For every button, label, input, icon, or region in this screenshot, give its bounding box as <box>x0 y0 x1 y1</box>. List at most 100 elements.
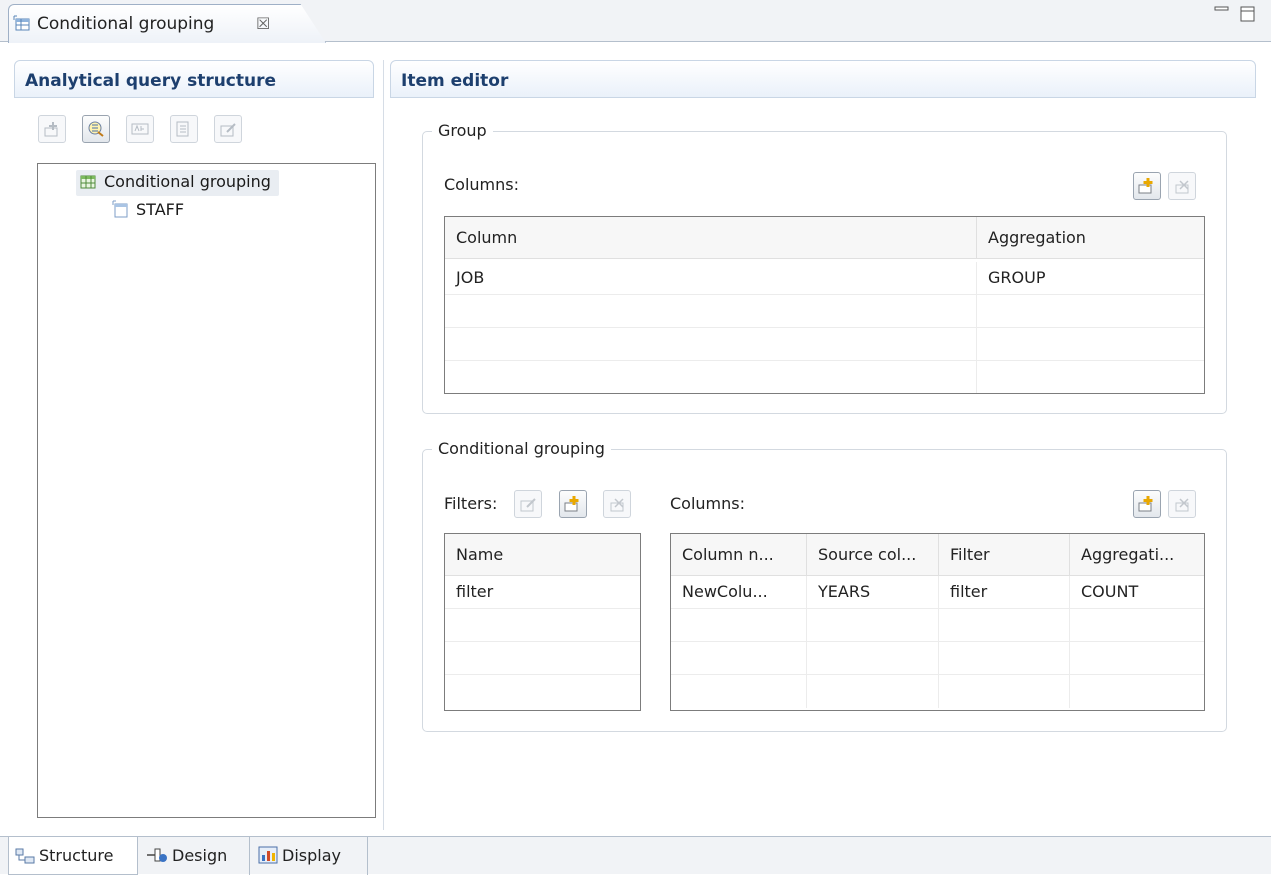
aggregation-header[interactable]: Aggregati... <box>1070 534 1204 576</box>
filter-header[interactable]: Filter <box>939 534 1070 576</box>
table-cell <box>807 675 939 708</box>
close-icon[interactable]: ☒ <box>256 14 270 33</box>
table-row[interactable] <box>445 675 640 708</box>
table-row[interactable] <box>445 361 1204 393</box>
aggregation-header[interactable]: Aggregation <box>977 217 1204 259</box>
query-icon <box>88 121 104 137</box>
query-structure-tree[interactable]: Conditional grouping STAFF <box>37 163 376 818</box>
add-icon <box>564 496 579 512</box>
table-cell <box>977 328 1204 361</box>
add-conditional-column-button[interactable] <box>1133 490 1161 518</box>
table-cell <box>671 675 807 708</box>
tab-label: Display <box>282 846 341 865</box>
table-icon <box>112 200 128 218</box>
grouping-table-icon <box>13 15 30 31</box>
add-icon <box>1138 496 1153 512</box>
editor-tab-title: Conditional grouping <box>37 14 215 34</box>
table-cell <box>445 609 640 642</box>
table-row[interactable] <box>671 642 1204 675</box>
tree-item-label: Conditional grouping <box>104 172 271 191</box>
tree-item-staff[interactable]: STAFF <box>112 200 184 226</box>
add-icon <box>1138 178 1153 194</box>
table-header: Column Aggregation <box>445 217 1204 259</box>
table-cell <box>445 675 640 708</box>
panel-divider <box>383 60 384 830</box>
rename-button[interactable] <box>126 115 154 143</box>
table-cell: GROUP <box>988 268 1046 287</box>
tree-item-conditional-grouping[interactable]: Conditional grouping <box>76 170 279 196</box>
bottom-tab-bar: Structure Design Display <box>0 836 1271 875</box>
properties-button[interactable] <box>170 115 198 143</box>
table-cell <box>445 328 977 361</box>
design-icon <box>147 848 167 862</box>
group-columns-table[interactable]: Column Aggregation JOB GROUP <box>444 216 1205 394</box>
table-row[interactable] <box>671 675 1204 708</box>
source-column-header[interactable]: Source col... <box>807 534 939 576</box>
table-row[interactable]: NewColu... YEARS filter COUNT <box>671 576 1204 609</box>
table-cell <box>807 642 939 675</box>
add-group-column-button[interactable] <box>1133 172 1161 200</box>
tree-item-label: STAFF <box>136 200 185 219</box>
table-cell <box>1070 675 1204 708</box>
table-cell <box>445 295 977 328</box>
column-name-header[interactable]: Column n... <box>671 534 807 576</box>
remove-group-column-button[interactable] <box>1168 172 1196 200</box>
table-cell: filter <box>939 576 1070 609</box>
remove-conditional-column-button[interactable] <box>1168 490 1196 518</box>
table-cell <box>977 295 1204 328</box>
remove-icon <box>1175 180 1189 194</box>
properties-icon <box>176 121 189 137</box>
edit-button[interactable] <box>214 115 242 143</box>
table-row[interactable] <box>445 609 640 642</box>
table-row[interactable]: filter <box>445 576 640 609</box>
table-cell <box>671 642 807 675</box>
group-columns-label: Columns: <box>444 175 519 194</box>
remove-icon <box>610 498 624 512</box>
item-editor-title: Item editor <box>390 60 1256 98</box>
filters-label: Filters: <box>444 494 498 513</box>
grouping-table-icon <box>80 175 96 189</box>
table-row[interactable] <box>445 328 1204 361</box>
editor-tab[interactable]: Conditional grouping ☒ <box>8 4 326 43</box>
add-item-button[interactable] <box>38 115 66 143</box>
table-cell <box>1070 609 1204 642</box>
table-row[interactable] <box>671 609 1204 642</box>
table-cell <box>977 361 1204 393</box>
structure-toolbar <box>38 115 258 149</box>
minimize-icon[interactable] <box>1214 2 1230 18</box>
conditional-columns-label: Columns: <box>670 494 745 513</box>
edit-icon <box>520 498 536 512</box>
conditional-columns-table[interactable]: Column n... Source col... Filter Aggrega… <box>670 533 1205 711</box>
name-header[interactable]: Name <box>445 534 640 576</box>
maximize-icon[interactable] <box>1240 6 1256 22</box>
tab-label: Structure <box>39 846 114 865</box>
table-cell: NewColu... <box>671 576 807 609</box>
table-row[interactable]: JOB GROUP <box>445 262 1204 295</box>
table-cell <box>445 642 640 675</box>
table-cell <box>939 609 1070 642</box>
table-cell <box>807 609 939 642</box>
table-cell: filter <box>456 582 494 601</box>
table-header: Name <box>445 534 640 576</box>
table-cell: COUNT <box>1081 582 1139 601</box>
table-row[interactable] <box>445 642 640 675</box>
tab-design[interactable]: Design <box>140 837 250 875</box>
table-row[interactable] <box>445 295 1204 328</box>
table-header: Column n... Source col... Filter Aggrega… <box>671 534 1204 576</box>
filters-table[interactable]: Name filter <box>444 533 641 711</box>
display-chart-icon <box>258 846 278 864</box>
column-header[interactable]: Column <box>445 217 977 259</box>
add-filter-button[interactable] <box>559 490 587 518</box>
table-cell: JOB <box>445 262 977 295</box>
edit-filter-button[interactable] <box>514 490 542 518</box>
remove-icon <box>1175 498 1189 512</box>
tab-label: Design <box>172 846 228 865</box>
tab-display[interactable]: Display <box>252 837 368 875</box>
remove-filter-button[interactable] <box>603 490 631 518</box>
tab-structure[interactable]: Structure <box>8 837 138 875</box>
query-button[interactable] <box>82 115 110 143</box>
add-item-icon <box>44 122 58 137</box>
rename-icon <box>131 123 149 135</box>
table-cell <box>1070 642 1204 675</box>
table-cell <box>939 642 1070 675</box>
